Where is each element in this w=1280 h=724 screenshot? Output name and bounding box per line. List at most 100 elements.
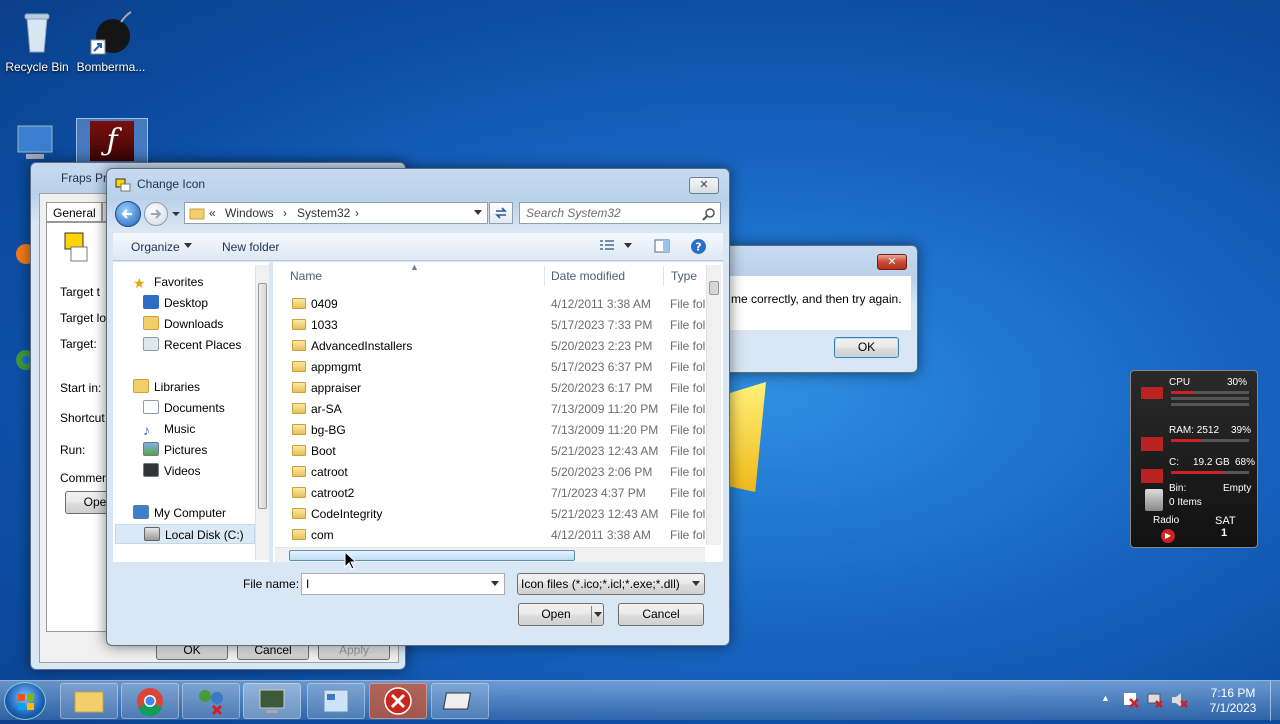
computer-icon <box>133 505 149 519</box>
horizontal-scrollbar[interactable] <box>275 547 705 562</box>
file-scroll-thumb[interactable] <box>709 281 719 295</box>
nav-pictures[interactable]: Pictures <box>143 440 207 460</box>
nav-downloads[interactable]: Downloads <box>143 314 223 334</box>
play-icon[interactable]: ▶ <box>1161 529 1175 543</box>
file-type-select[interactable]: Icon files (*.ico;*.icl;*.exe;*.dll) <box>517 573 705 595</box>
nav-videos[interactable]: Videos <box>143 461 200 481</box>
taskbar-error-app[interactable] <box>369 683 427 719</box>
chevron-down-icon[interactable] <box>624 243 632 249</box>
show-hidden-icons-button[interactable]: ▲ <box>1101 693 1110 703</box>
help-icon[interactable]: ? <box>690 238 707 255</box>
nav-local-disk[interactable]: Local Disk (C:) <box>115 524 255 544</box>
file-row[interactable]: CodeIntegrity 5/21/2023 12:43 AM File fol <box>285 504 705 525</box>
refresh-button[interactable] <box>489 202 513 224</box>
recent-pages-chevron-icon[interactable] <box>171 208 181 218</box>
file-row[interactable]: 1033 5/17/2023 7:33 PM File fol <box>285 315 705 336</box>
action-center-icon[interactable] <box>1122 691 1140 709</box>
nav-recent-places[interactable]: Recent Places <box>143 335 241 355</box>
folder-icon <box>292 340 306 351</box>
show-desktop-button[interactable] <box>1270 681 1280 721</box>
system-monitor-gadget[interactable]: CPU 30% RAM: 2512 39% C: 19.2 GB 68% Bin… <box>1130 370 1258 548</box>
folder-icon <box>292 361 306 372</box>
column-header-type[interactable]: Type <box>671 266 697 286</box>
nav-music[interactable]: ♪ Music <box>143 419 195 439</box>
file-name: AdvancedInstallers <box>311 339 413 353</box>
back-button[interactable] <box>115 201 141 227</box>
file-row[interactable]: Boot 5/21/2023 12:43 AM File fol <box>285 441 705 462</box>
chevron-down-icon <box>692 581 700 586</box>
file-row[interactable]: ar-SA 7/13/2009 11:20 PM File fol <box>285 399 705 420</box>
error-close-button[interactable]: ✕ <box>877 254 907 270</box>
computer-icon[interactable] <box>12 124 60 164</box>
start-button[interactable] <box>4 682 46 720</box>
taskbar-fraps[interactable] <box>243 683 301 719</box>
file-row[interactable]: 0409 4/12/2011 3:38 AM File fol <box>285 294 705 315</box>
nav-desktop[interactable]: Desktop <box>143 293 208 313</box>
horizontal-scroll-thumb[interactable] <box>289 550 575 561</box>
nav-pane-scrollbar[interactable] <box>255 265 269 560</box>
file-date: 7/13/2009 11:20 PM <box>551 423 659 437</box>
view-options-icon[interactable] <box>599 239 615 253</box>
flash-icon[interactable]: ƒ <box>76 118 148 164</box>
taskbar-clock[interactable]: 7:16 PM 7/1/2023 <box>1196 686 1270 716</box>
open-button[interactable]: Open <box>518 603 604 626</box>
breadcrumb-windows[interactable]: Windows <box>225 206 274 220</box>
new-folder-button[interactable]: New folder <box>222 240 279 254</box>
desktop-icon-bomberman[interactable]: Bomberma... <box>74 8 148 74</box>
tab-general[interactable]: General <box>46 202 102 222</box>
breadcrumb-overflow[interactable]: « <box>209 206 216 220</box>
column-header-name[interactable]: Name <box>290 266 322 286</box>
taskbar-window[interactable] <box>431 683 489 719</box>
desktop-icon-recycle-bin[interactable]: Recycle Bin <box>0 8 74 74</box>
file-row[interactable]: catroot 5/20/2023 2:06 PM File fol <box>285 462 705 483</box>
chevron-down-icon[interactable] <box>473 209 483 217</box>
recycle-bin-icon <box>1145 489 1163 511</box>
error-ok-button[interactable]: OK <box>834 337 899 358</box>
file-row[interactable]: AdvancedInstallers 5/20/2023 2:23 PM File … <box>285 336 705 357</box>
taskbar-chrome[interactable] <box>121 683 179 719</box>
column-header-date[interactable]: Date modified <box>551 266 625 286</box>
nav-libraries[interactable]: Libraries <box>133 377 200 397</box>
nav-my-computer[interactable]: My Computer <box>133 503 226 523</box>
file-row[interactable]: appraiser 5/20/2023 6:17 PM File fol <box>285 378 705 399</box>
chevron-down-icon[interactable] <box>594 612 602 618</box>
videos-icon <box>143 463 159 477</box>
file-date: 5/17/2023 7:33 PM <box>551 318 653 332</box>
taskbar-explorer[interactable] <box>60 683 118 719</box>
column-divider[interactable] <box>663 266 664 286</box>
nav-desktop-label: Desktop <box>164 296 209 310</box>
nav-scroll-thumb[interactable] <box>258 283 267 509</box>
network-icon[interactable] <box>1146 691 1164 709</box>
file-type: File fol <box>670 360 705 374</box>
nav-favorites[interactable]: ★ Favorites <box>133 272 203 292</box>
nav-recent-places-label: Recent Places <box>164 338 242 352</box>
chevron-down-icon[interactable] <box>491 581 499 587</box>
file-row[interactable]: appmgmt 5/17/2023 6:37 PM File fol <box>285 357 705 378</box>
breadcrumb-system32[interactable]: System32 <box>297 206 350 220</box>
forward-button[interactable] <box>144 202 168 226</box>
folder-icon <box>292 403 306 414</box>
breadcrumb-separator-icon[interactable]: › <box>355 206 359 220</box>
column-divider[interactable] <box>544 266 545 286</box>
label-comment: Commen <box>60 471 109 485</box>
breadcrumb-separator-icon[interactable]: › <box>283 206 287 220</box>
file-row[interactable]: bg-BG 7/13/2009 11:20 PM File fol <box>285 420 705 441</box>
change-icon-close-button[interactable]: ✕ <box>689 177 719 194</box>
taskbar-users[interactable] <box>182 683 240 719</box>
label-start-in: Start in: <box>60 381 102 395</box>
recent-places-icon <box>143 337 159 351</box>
file-row[interactable]: com 4/12/2011 3:38 AM File fol <box>285 525 705 546</box>
file-date: 5/20/2023 6:17 PM <box>551 381 653 395</box>
preview-pane-icon[interactable] <box>654 239 670 253</box>
change-icon-titlebar: Change Icon <box>107 169 729 199</box>
volume-muted-icon[interactable] <box>1170 691 1188 709</box>
file-row[interactable]: catroot2 7/1/2023 4:37 PM File fol <box>285 483 705 504</box>
nav-documents[interactable]: Documents <box>143 398 225 418</box>
file-name-input[interactable]: I <box>301 573 505 595</box>
organize-button[interactable]: Organize <box>131 240 180 254</box>
file-list-scrollbar[interactable] <box>706 265 721 545</box>
taskbar-control-panel[interactable] <box>307 683 365 719</box>
address-bar[interactable]: « Windows › System32 › <box>184 202 488 224</box>
cancel-button[interactable]: Cancel <box>618 603 704 626</box>
search-box[interactable]: Search System32 <box>519 202 721 224</box>
